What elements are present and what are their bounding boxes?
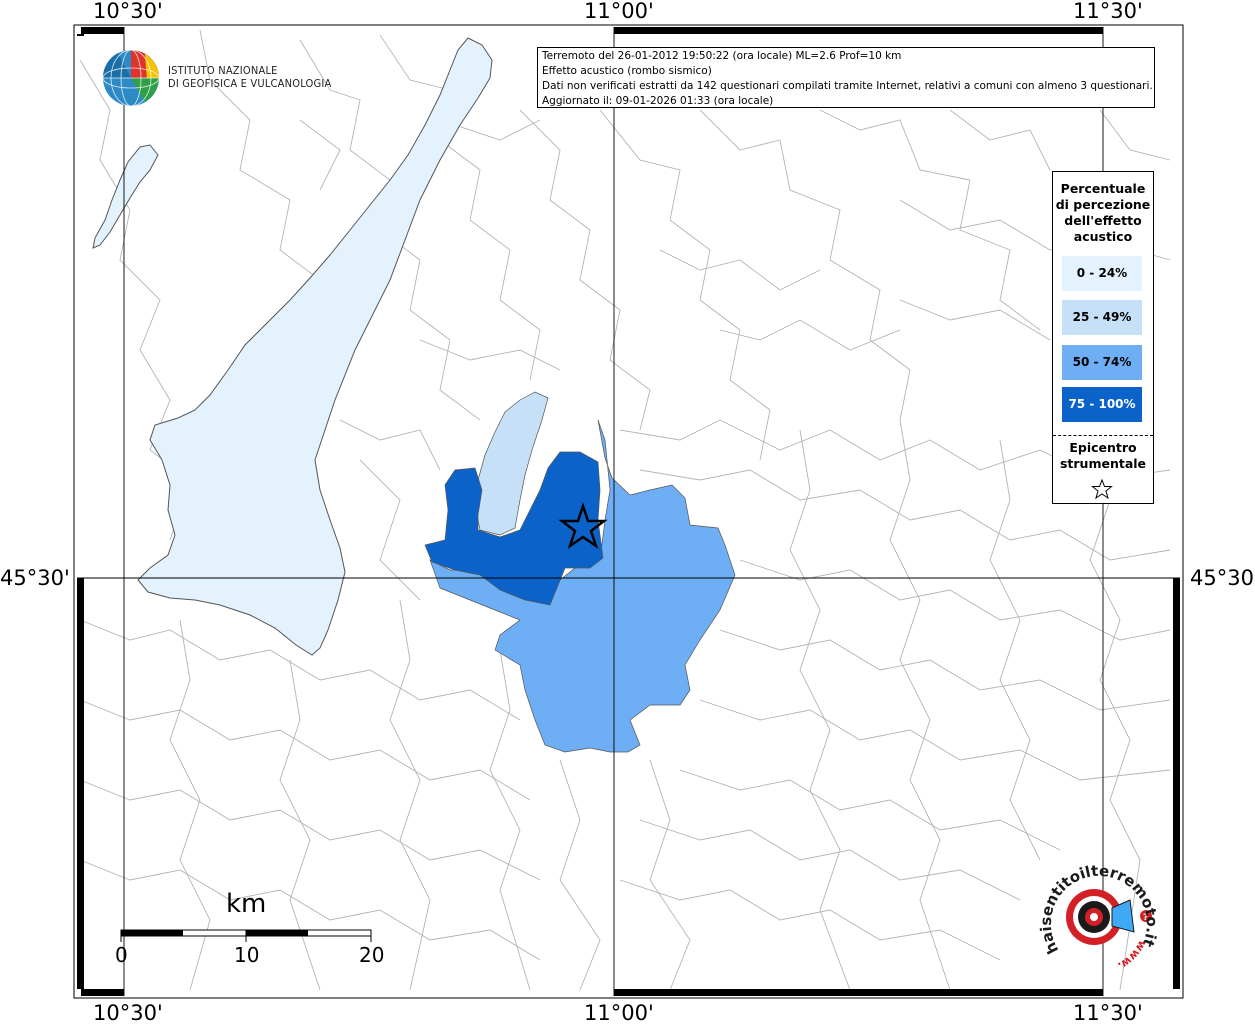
- legend-title: Percentuale di percezione dell'effetto a…: [1053, 181, 1153, 245]
- scale-label-10: 10: [234, 943, 260, 967]
- lon-label-bottom-3: 11°30': [1073, 1001, 1143, 1025]
- legend-item-75-100: 75 - 100%: [1062, 387, 1142, 422]
- lon-label-top-1: 10°30': [93, 0, 163, 23]
- event-info-line-4: Aggiornato il: 09-01-2026 01:33 (ora loc…: [542, 95, 774, 107]
- legend-item-25-49: 25 - 49%: [1062, 300, 1142, 335]
- legend-title-line-1: Percentuale: [1060, 181, 1146, 196]
- legend-item-0-24: 0 - 24%: [1062, 256, 1142, 291]
- event-info-box: Terremoto del 26-01-2012 19:50:22 (ora l…: [537, 47, 1155, 108]
- legend-title-line-3: dell'effetto: [1064, 213, 1142, 228]
- legend-divider: [1053, 435, 1153, 436]
- lon-label-top-2: 11°00': [584, 0, 654, 23]
- legend-epicenter-line-1: Epicentro: [1069, 440, 1137, 455]
- intensity-map: ? haisentitoilterremoto.it www.: [73, 24, 1184, 999]
- ingv-logo-icon: [102, 49, 160, 107]
- scale-label-20: 20: [359, 943, 385, 967]
- legend-epicenter-line-2: strumentale: [1059, 456, 1147, 471]
- legend-star-icon: [1091, 478, 1113, 500]
- event-info-line-3: Dati non verificati estratti da 142 ques…: [542, 80, 1153, 92]
- legend-epicenter-label: Epicentro strumentale: [1053, 440, 1153, 472]
- scale-label-0: 0: [115, 943, 128, 967]
- ingv-logo-text: ISTITUTO NAZIONALE DI GEOFISICA E VULCAN…: [168, 64, 331, 90]
- lat-label-right: 45°30': [1190, 566, 1255, 590]
- legend-title-line-2: di percezione: [1055, 197, 1151, 212]
- lon-label-bottom-2: 11°00': [584, 1001, 654, 1025]
- lon-label-top-3: 11°30': [1073, 0, 1143, 23]
- logo-line-1: ISTITUTO NAZIONALE: [168, 64, 278, 77]
- event-info-line-1: Terremoto del 26-01-2012 19:50:22 (ora l…: [542, 50, 902, 62]
- event-info-line-2: Effetto acustico (rombo sismico): [542, 65, 712, 77]
- logo-line-2: DI GEOFISICA E VULCANOLOGIA: [168, 77, 332, 90]
- lon-label-bottom-1: 10°30': [93, 1001, 163, 1025]
- legend-item-50-74: 50 - 74%: [1062, 345, 1142, 380]
- lat-label-left: 45°30': [0, 566, 70, 590]
- scale-title: km: [226, 889, 267, 919]
- legend: Percentuale di percezione dell'effetto a…: [1052, 171, 1154, 504]
- legend-title-line-4: acustico: [1073, 229, 1133, 244]
